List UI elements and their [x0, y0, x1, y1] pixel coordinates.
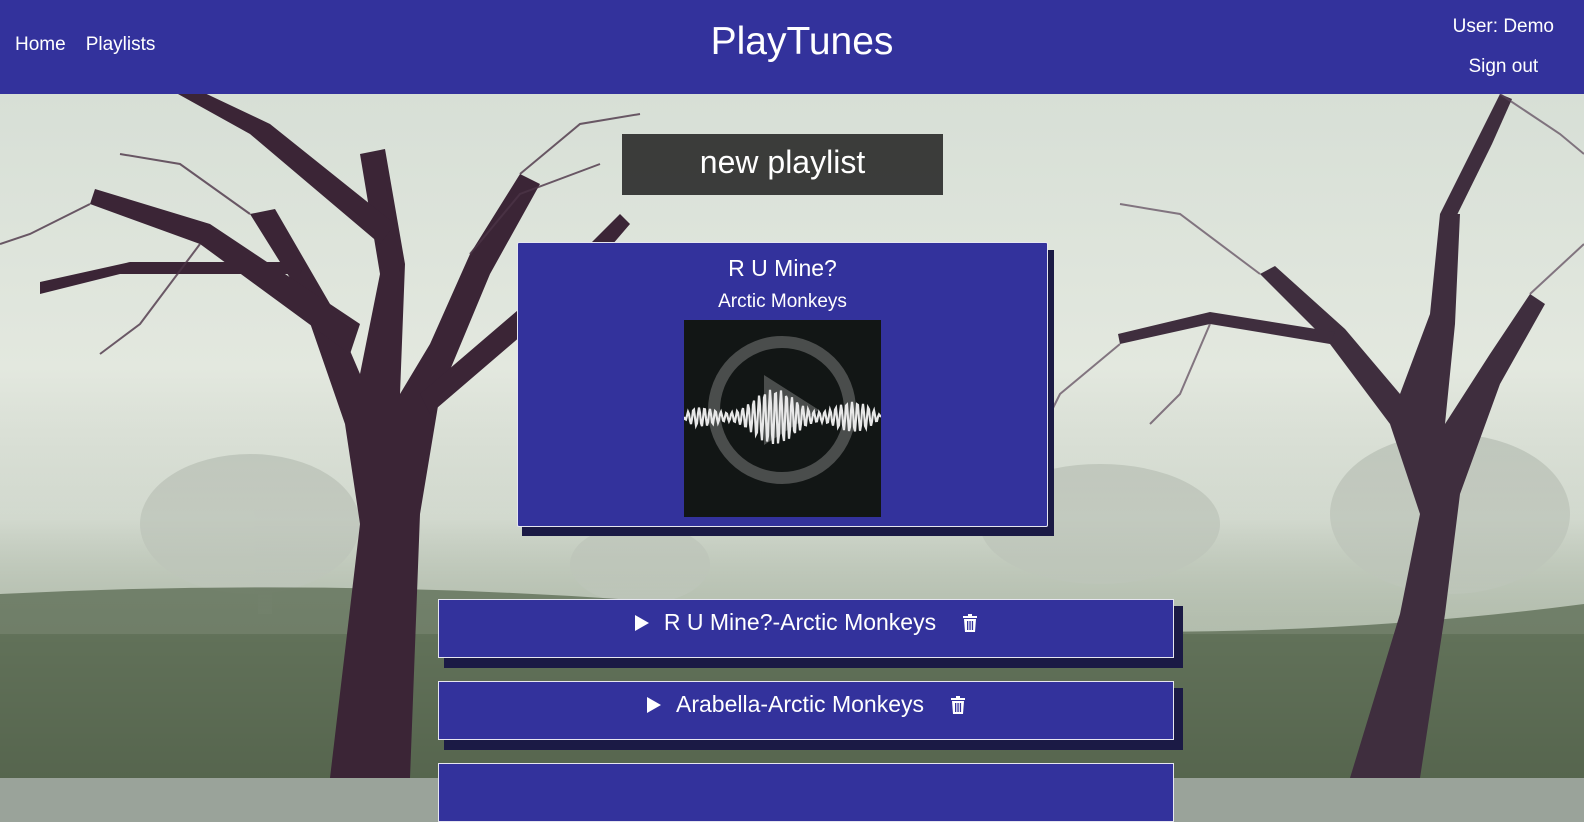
app-title: PlayTunes [710, 20, 894, 63]
trash-icon[interactable] [962, 613, 978, 632]
sign-out-link[interactable]: Sign out [1453, 56, 1554, 78]
play-icon[interactable] [634, 614, 650, 632]
user-label: User: Demo [1452, 16, 1554, 37]
now-playing-card: R U Mine? Arctic Monkeys [517, 242, 1048, 527]
playlist-row[interactable]: Arabella-Arctic Monkeys [438, 681, 1174, 740]
track-label: Arabella-Arctic Monkeys [676, 691, 924, 717]
user-menu: User: Demo Sign out [1453, 16, 1554, 78]
play-icon[interactable] [646, 696, 662, 714]
top-navbar: Home Playlists PlayTunes User: Demo Sign… [0, 0, 1584, 94]
playlist-row[interactable]: R U Mine?-Arctic Monkeys [438, 599, 1174, 658]
new-playlist-button[interactable]: new playlist [622, 134, 943, 195]
album-cover[interactable] [683, 320, 882, 517]
now-playing-artist: Arctic Monkeys [718, 291, 847, 312]
track-label: R U Mine?-Arctic Monkeys [663, 609, 937, 635]
playlist-row[interactable] [438, 763, 1174, 822]
trash-icon[interactable] [950, 695, 966, 714]
now-playing-title: R U Mine? [728, 255, 837, 281]
